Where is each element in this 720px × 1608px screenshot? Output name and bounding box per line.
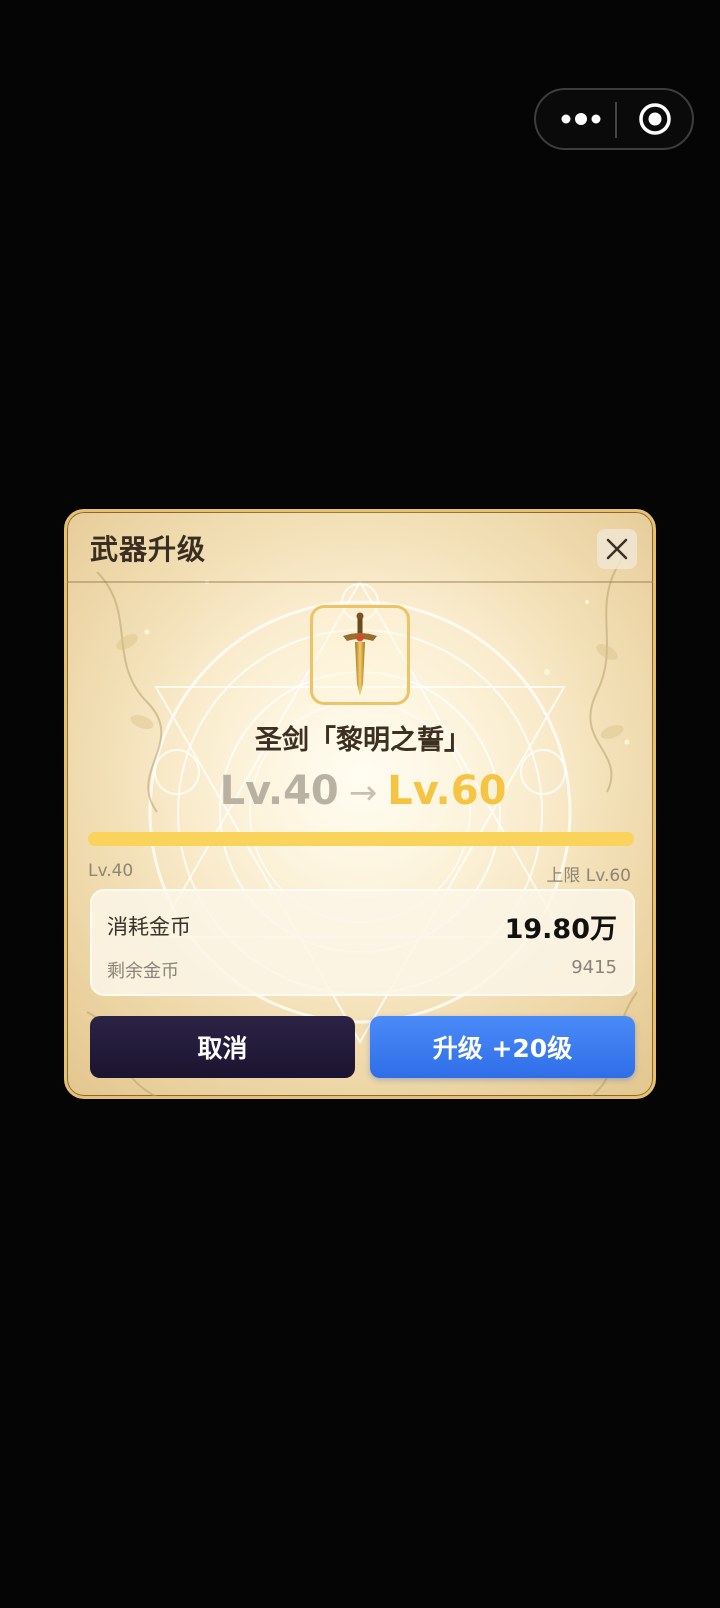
weapon-name: 圣剑「黎明之誓」: [255, 725, 471, 756]
title-divider: [67, 581, 653, 583]
level-to: Lv.60: [387, 768, 507, 814]
level-from: Lv.40: [219, 768, 339, 814]
remaining-gold-value: 9415: [571, 957, 617, 978]
remaining-gold-label: 剩余金币: [107, 961, 179, 982]
level-change: Lv.40 → Lv.60: [67, 768, 653, 814]
close-button[interactable]: [597, 529, 637, 569]
target-circle-icon[interactable]: [636, 90, 674, 148]
cost-label: 消耗金币: [107, 915, 191, 939]
cancel-button[interactable]: 取消: [90, 1016, 355, 1078]
more-dots-icon[interactable]: [558, 90, 604, 148]
progress-min-label: Lv.40: [88, 861, 134, 881]
close-icon: [606, 538, 628, 560]
cost-card: 消耗金币 19.80万 剩余金币 9415: [90, 889, 635, 996]
weapon-upgrade-dialog: 武器升级 圣剑「黎明之誓」 Lv.40 → Lv.60 Lv.40 上限 Lv.…: [64, 509, 656, 1099]
level-progress-bar: [88, 832, 634, 846]
upgrade-button[interactable]: 升级 +20级: [370, 1016, 635, 1078]
arrow-right-icon: →: [348, 773, 378, 813]
dialog-title: 武器升级: [90, 533, 207, 566]
miniprogram-capsule: [534, 88, 694, 150]
progress-max-label: 上限 Lv.60: [546, 866, 631, 886]
screen: 武器升级 圣剑「黎明之誓」 Lv.40 → Lv.60 Lv.40 上限 Lv.…: [0, 0, 720, 1608]
level-progress-fill: [88, 832, 634, 846]
weapon-icon-frame: [310, 605, 410, 705]
sword-icon: [343, 612, 377, 696]
cost-value: 19.80万: [504, 914, 617, 945]
capsule-divider: [615, 102, 617, 138]
